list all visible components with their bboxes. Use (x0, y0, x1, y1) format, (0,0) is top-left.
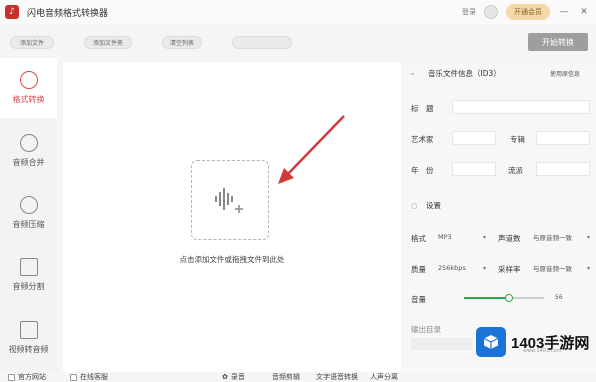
voice-separation-button[interactable]: 人声分离 (370, 372, 398, 382)
globe-icon (8, 373, 15, 381)
use-original-info-link[interactable]: 使用原信息 (550, 69, 580, 78)
year-input[interactable] (452, 162, 496, 176)
audio-edit-button[interactable]: 音频剪辑 (272, 372, 300, 382)
file-drop-area[interactable]: 点击添加文件或拖拽文件到此处 (63, 62, 401, 372)
title-bar: ♪ 闪电音频格式转换器 登录 开通会员 — ✕ (0, 0, 596, 24)
audio-file-add-icon (215, 188, 243, 213)
sidebar-item-audio-merge[interactable]: 音频合并 (0, 121, 57, 181)
sidebar-item-label: 音频分割 (12, 282, 45, 291)
bottom-bar: 官方网站 在线客服 ✿ 录音 音频剪辑 文字语音转换 人声分离 (0, 372, 596, 382)
sidebar-item-label: 音频压缩 (12, 220, 45, 229)
title-input[interactable] (452, 100, 590, 114)
watermark-url: www.1403.com (523, 348, 562, 354)
annotation-arrow-icon (278, 115, 345, 184)
id3-section-title: 音乐文件信息（ID3） (428, 69, 501, 78)
output-dir-input[interactable] (411, 338, 473, 350)
genre-label: 流派 (508, 166, 523, 175)
sidebar-item-label: 音频合并 (12, 158, 45, 167)
sidebar-item-audio-compress[interactable]: 音频压缩 (0, 183, 57, 243)
album-input[interactable] (536, 131, 590, 145)
chevron-down-icon[interactable]: ⌄ (409, 68, 416, 77)
sidebar-item-format-convert[interactable]: 格式转换 (0, 58, 57, 118)
app-title: 闪电音频格式转换器 (27, 8, 109, 19)
toolbar: 添加文件 添加文件夹 清空列表 开始转换 (0, 32, 596, 54)
sidebar-item-audio-split[interactable]: 音频分割 (0, 245, 57, 305)
quality-select[interactable]: 256kbps ▾ (438, 262, 486, 274)
record-button[interactable]: ✿ 录音 (222, 372, 245, 382)
chevron-down-icon: ▾ (586, 233, 590, 241)
watermark-logo: 1403手游网 (476, 322, 592, 362)
volume-slider-fill (464, 297, 509, 299)
year-label: 年 份 (411, 166, 434, 175)
volume-slider[interactable] (464, 294, 544, 302)
chevron-down-icon: ▾ (482, 233, 486, 241)
format-select[interactable]: MP3 ▾ (438, 231, 486, 243)
channel-label: 声道数 (498, 234, 521, 243)
artist-input[interactable] (452, 131, 496, 145)
settings-toggle-icon[interactable]: ○ (411, 201, 418, 210)
drop-hint-text: 点击添加文件或拖拽文件到此处 (179, 255, 285, 264)
online-service-link[interactable]: 在线客服 (70, 372, 108, 382)
vip-button[interactable]: 开通会员 (506, 4, 550, 20)
output-dir-label: 输出目录 (411, 325, 441, 334)
clear-list-button[interactable]: 清空列表 (162, 36, 202, 49)
title-label: 标 题 (411, 104, 434, 113)
chevron-down-icon: ▾ (482, 264, 486, 272)
sidebar-item-label: 视频转音频 (8, 345, 49, 354)
volume-slider-handle[interactable] (504, 294, 513, 302)
login-link[interactable]: 登录 (462, 7, 476, 17)
add-file-button[interactable]: 添加文件 (10, 36, 54, 49)
chat-icon (70, 373, 77, 381)
avatar[interactable] (484, 5, 498, 19)
volume-value: 56 (555, 294, 563, 301)
split-icon (19, 258, 38, 276)
app-logo-icon: ♪ (5, 5, 19, 19)
sample-rate-select[interactable]: 与原音频一致 ▾ (533, 262, 590, 274)
text-speech-button[interactable]: 文字语音转换 (316, 372, 358, 382)
settings-section-title: 设置 (426, 201, 441, 210)
sidebar: 格式转换 音频合并 音频压缩 音频分割 视频转音频 (0, 58, 57, 372)
cube-icon (476, 327, 506, 357)
start-convert-button[interactable]: 开始转换 (528, 33, 588, 51)
sidebar-item-video-to-audio[interactable]: 视频转音频 (0, 308, 57, 368)
merge-icon (19, 134, 38, 152)
close-button[interactable]: ✕ (578, 7, 590, 17)
website-link[interactable]: 官方网站 (8, 372, 46, 382)
mic-icon: ✿ (222, 373, 228, 381)
video-icon (19, 321, 38, 339)
add-folder-button[interactable]: 添加文件夹 (84, 36, 132, 49)
quality-label: 质量 (411, 265, 426, 274)
album-label: 专辑 (510, 135, 525, 144)
genre-input[interactable] (536, 162, 590, 176)
chevron-down-icon: ▾ (586, 264, 590, 272)
compress-icon (19, 196, 38, 214)
add-file-dropzone[interactable] (191, 160, 269, 240)
minimize-button[interactable]: — (558, 7, 570, 17)
volume-label: 音量 (411, 295, 426, 304)
sample-rate-label: 采样率 (498, 265, 521, 274)
convert-icon (19, 71, 38, 89)
toolbar-blank-button[interactable] (232, 36, 292, 49)
app-window: ♪ 闪电音频格式转换器 登录 开通会员 — ✕ 添加文件 添加文件夹 清空列表 … (0, 0, 596, 382)
sidebar-item-label: 格式转换 (12, 95, 45, 104)
artist-label: 艺术家 (411, 135, 434, 144)
format-label: 格式 (411, 234, 426, 243)
channel-select[interactable]: 与原音频一致 ▾ (533, 231, 590, 243)
